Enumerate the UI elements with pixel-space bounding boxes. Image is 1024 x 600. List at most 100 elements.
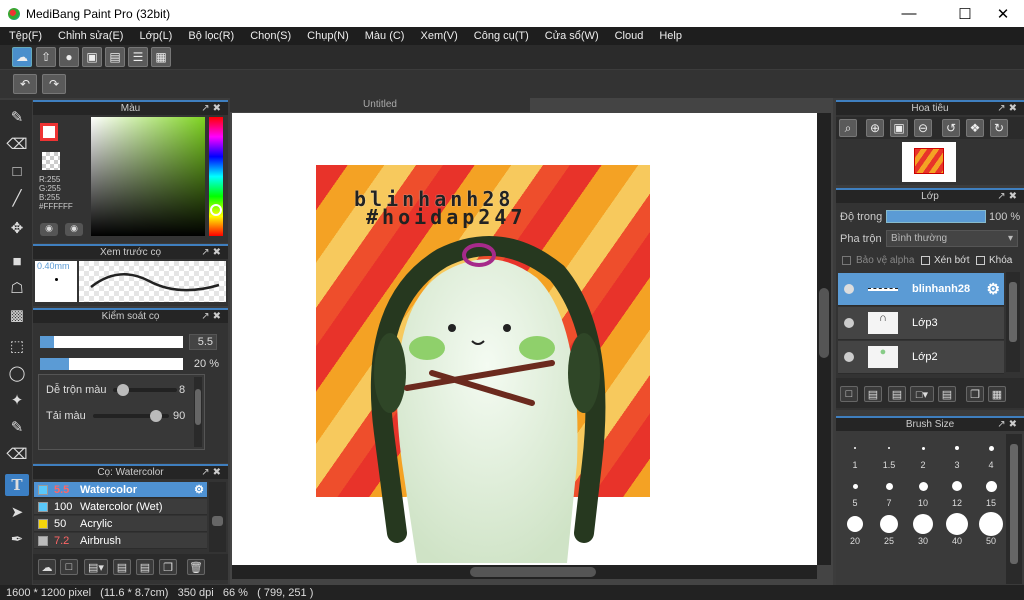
share-icon[interactable]: ⇧ [36, 47, 56, 67]
rotate-left-icon[interactable]: ↺ [942, 119, 960, 137]
brush-item[interactable]: 5.5 Watercolor ⚙ [34, 482, 207, 498]
menu-item[interactable]: Chụp(N) [298, 30, 356, 42]
navigator-thumbnail[interactable] [902, 142, 956, 182]
panel-controls-icon[interactable]: ↗✖ [201, 311, 224, 322]
rectangle-tool-icon[interactable]: □ [5, 160, 29, 182]
lasso-tool-icon[interactable]: ◯ [5, 362, 29, 384]
operation-tool-icon[interactable]: ➤ [5, 501, 29, 523]
mix-slider-handle[interactable] [117, 384, 129, 396]
layer-folder-icon[interactable]: ▤ [938, 386, 956, 402]
menu-item[interactable]: Màu (C) [356, 30, 412, 42]
visibility-icon[interactable] [844, 284, 854, 294]
vertical-scroll-thumb[interactable] [819, 288, 829, 358]
panel-controls-icon[interactable]: ↗✖ [201, 247, 224, 258]
brush-size-option[interactable]: 30 [906, 512, 940, 548]
bucket-tool-icon[interactable]: ☖ [5, 277, 29, 299]
brush-duplicate-icon[interactable]: ❐ [159, 559, 177, 575]
zoom-in-icon[interactable]: ⊕ [866, 119, 884, 137]
add-brush-icon[interactable]: ☁ [38, 559, 56, 575]
move-tool-icon[interactable]: ✥ [5, 217, 29, 239]
close-button[interactable]: ✕ [980, 0, 1024, 27]
brush-opacity-slider[interactable] [40, 358, 183, 370]
brush-size-option[interactable]: 12 [940, 474, 974, 510]
brush-size-option[interactable]: 1.5 [872, 436, 906, 472]
blend-mode-select[interactable]: Bình thường ▾ [886, 230, 1018, 247]
eraser-tool-icon[interactable]: ⌫ [5, 133, 29, 155]
eyedropper-tool-icon[interactable]: ✒ [5, 528, 29, 550]
transparent-swatch[interactable] [42, 152, 60, 170]
brush-item[interactable]: 50 Acrylic [34, 516, 207, 532]
gear-icon[interactable]: ⚙ [987, 280, 1000, 298]
minimize-button[interactable]: — [886, 0, 932, 27]
visibility-icon[interactable] [844, 352, 854, 362]
canvas[interactable]: blinhanh28 #hoidap247 [232, 113, 817, 565]
canvas-horizontal-scrollbar[interactable] [232, 565, 817, 579]
duplicate-layer-icon[interactable]: ❐ [966, 386, 984, 402]
add-layer-menu-icon[interactable]: □▾ [910, 386, 934, 402]
menu-item[interactable]: Công cụ(T) [465, 30, 536, 42]
brush-size-option[interactable]: 40 [940, 512, 974, 548]
chat-icon[interactable]: ● [59, 47, 79, 67]
new-8bit-layer-icon[interactable]: ▤ [888, 386, 906, 402]
brush-list-scrollbar[interactable] [209, 482, 226, 552]
mix-slider[interactable] [113, 384, 177, 396]
layer-item[interactable]: ∩ Lớp3 [838, 307, 1004, 340]
brush-size-option[interactable]: 25 [872, 512, 906, 548]
brush-size-option[interactable]: 4 [974, 436, 1008, 472]
brush-size-option[interactable]: 10 [906, 474, 940, 510]
clip-checkbox[interactable] [921, 256, 930, 265]
menu-item[interactable]: Bộ lọc(R) [179, 30, 241, 42]
brush-size-slider[interactable] [40, 336, 183, 348]
panel-controls-icon[interactable]: ↗✖ [997, 103, 1020, 114]
menu-item[interactable]: Lớp(L) [130, 30, 179, 42]
reload-slider[interactable] [93, 410, 169, 422]
brush-tool-icon[interactable]: ✎ [5, 106, 29, 128]
cloud-save-icon[interactable]: ☁ [12, 47, 32, 67]
select-tool-icon[interactable]: ⬚ [5, 335, 29, 357]
layer-more-icon[interactable]: ▦ [988, 386, 1006, 402]
text-tool-icon[interactable]: T [5, 474, 29, 496]
hue-slider[interactable] [209, 117, 223, 236]
comment-icon[interactable]: ▣ [82, 47, 102, 67]
brush-size-option[interactable]: 50 [974, 512, 1008, 548]
brush-size-option[interactable]: 3 [940, 436, 974, 472]
new-halftone-layer-icon[interactable]: ▤ [864, 386, 882, 402]
layer-scrollbar[interactable] [1006, 272, 1020, 372]
panel-controls-icon[interactable]: ↗✖ [997, 191, 1020, 202]
panel-controls-icon[interactable]: ↗✖ [201, 467, 224, 478]
menu-item[interactable]: Cửa sổ(W) [536, 30, 606, 42]
reload-slider-handle[interactable] [150, 410, 162, 422]
brush-size-option[interactable]: 20 [838, 512, 872, 548]
gradient-tool-icon[interactable]: ▩ [5, 304, 29, 326]
new-brush-icon[interactable]: □ [60, 559, 78, 575]
brush-size-option[interactable]: 5 [838, 474, 872, 510]
fit-screen-icon[interactable]: ▣ [890, 119, 908, 137]
brush-menu-icon[interactable]: ▤▾ [84, 559, 108, 575]
brush-size-option[interactable]: 15 [974, 474, 1008, 510]
menu-item[interactable]: Chọn(S) [241, 30, 298, 42]
brush-item[interactable]: 100 Watercolor (Wet) [34, 499, 207, 515]
menu-item[interactable]: Cloud [606, 30, 651, 42]
brush-size-option[interactable]: 1 [838, 436, 872, 472]
line-tool-icon[interactable]: ╱ [5, 187, 29, 209]
alpha-lock-checkbox[interactable] [842, 256, 851, 265]
menu-item[interactable]: Xem(V) [411, 30, 464, 42]
brush-item[interactable]: 7.2 Airbrush [34, 533, 207, 549]
brush-size-value[interactable]: 5.5 [189, 334, 217, 350]
select-pen-tool-icon[interactable]: ✎ [5, 416, 29, 438]
color-wheel-icon[interactable]: ◉ [40, 223, 58, 236]
palette-icon[interactable]: ◉ [65, 223, 83, 236]
visibility-icon[interactable] [844, 318, 854, 328]
list-icon[interactable]: ☰ [128, 47, 148, 67]
grid-icon[interactable]: ▦ [151, 47, 171, 67]
panel-controls-icon[interactable]: ↗✖ [201, 103, 224, 114]
hue-handle[interactable] [210, 204, 222, 216]
brush-size-option[interactable]: 2 [906, 436, 940, 472]
menu-item[interactable]: Help [650, 30, 689, 42]
lock-checkbox[interactable] [976, 256, 985, 265]
canvas-vertical-scrollbar[interactable] [817, 113, 831, 565]
layer-opacity-slider[interactable] [886, 210, 986, 223]
zoom-out-icon[interactable]: ⊖ [914, 119, 932, 137]
menu-item[interactable]: Chỉnh sửa(E) [49, 30, 130, 42]
layer-item[interactable]: blinhanh28 ⚙ [838, 273, 1004, 306]
